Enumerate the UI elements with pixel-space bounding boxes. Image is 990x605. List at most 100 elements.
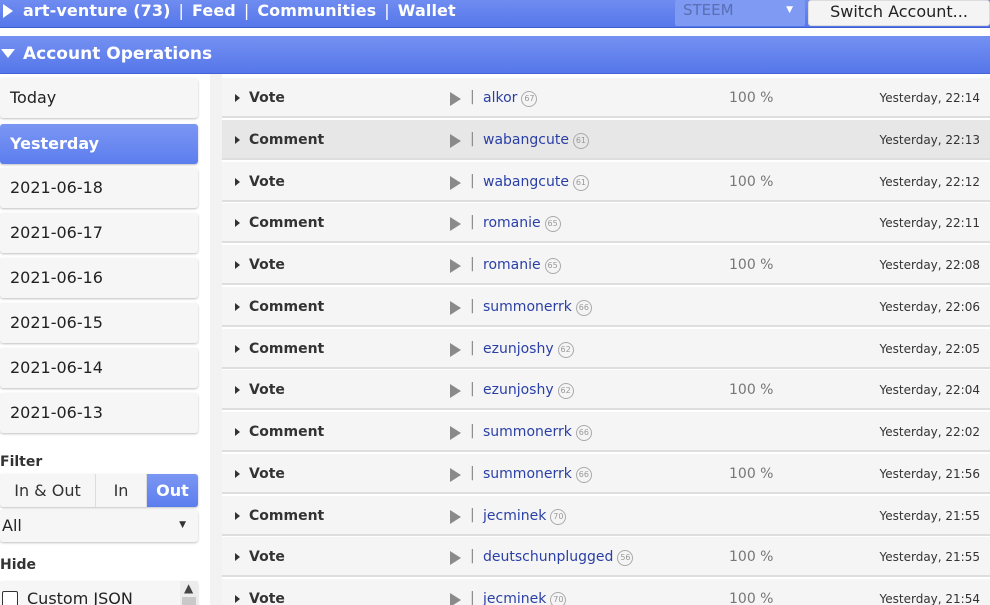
username[interactable]: wabangcute — [483, 174, 569, 190]
operation-type: Comment — [249, 341, 325, 357]
play-icon[interactable] — [450, 176, 461, 190]
filter-in-button[interactable]: In — [96, 474, 147, 507]
operation-row[interactable]: Comment | jecminek 70 Yesterday, 21:55 — [222, 496, 990, 536]
scroll-up-icon[interactable]: ▲ — [184, 581, 193, 595]
nav-link-wallet[interactable]: Wallet — [398, 1, 456, 20]
operation-row[interactable]: Vote | ezunjoshy 62 100 % Yesterday, 22:04 — [222, 370, 990, 410]
expand-row-icon[interactable] — [235, 261, 240, 269]
user-link[interactable]: jecminek 70 — [483, 591, 567, 605]
operation-row[interactable]: Comment | ezunjoshy 62 Yesterday, 22:05 — [222, 329, 990, 369]
operation-row[interactable]: Vote | romanie 65 100 % Yesterday, 22:08 — [222, 245, 990, 285]
play-icon[interactable] — [450, 134, 461, 148]
account-link[interactable]: art-venture (73) — [23, 1, 171, 20]
user-link[interactable]: summonerrk 66 — [483, 299, 592, 316]
day-item-2021-06-15[interactable]: 2021-06-15 — [0, 303, 198, 343]
operation-type-select[interactable]: All ▼ — [0, 510, 198, 542]
expand-row-icon[interactable] — [235, 178, 240, 186]
username[interactable]: jecminek — [483, 508, 546, 524]
nav-link-feed[interactable]: Feed — [192, 1, 236, 20]
play-icon[interactable] — [450, 217, 461, 231]
chain-select[interactable]: STEEM ▼ — [675, 0, 805, 26]
user-link[interactable]: romanie 65 — [483, 215, 561, 232]
username[interactable]: wabangcute — [483, 132, 569, 148]
chevron-down-icon: ▼ — [786, 5, 793, 15]
play-icon[interactable] — [450, 426, 461, 440]
user-link[interactable]: jecminek 70 — [483, 508, 567, 525]
scrollbar-thumb[interactable] — [182, 597, 196, 605]
user-link[interactable]: deutschunplugged 56 — [483, 549, 634, 566]
hide-list-scrollbar[interactable]: ▲ — [180, 581, 198, 605]
operation-row[interactable]: Vote | jecminek 70 100 % Yesterday, 21:54 — [222, 579, 990, 605]
username[interactable]: romanie — [483, 215, 541, 231]
play-icon[interactable] — [450, 593, 461, 605]
separator: | — [470, 131, 475, 147]
operation-type: Comment — [249, 215, 325, 231]
expand-row-icon[interactable] — [235, 94, 240, 102]
separator: | — [470, 590, 475, 605]
separator: | — [470, 381, 475, 397]
username[interactable]: ezunjoshy — [483, 382, 554, 398]
expand-row-icon[interactable] — [235, 428, 240, 436]
filter-in-out-button[interactable]: In & Out — [0, 474, 96, 507]
username[interactable]: summonerrk — [483, 424, 572, 440]
operation-row[interactable]: Vote | wabangcute 61 100 % Yesterday, 22:12 — [222, 162, 990, 202]
user-link[interactable]: summonerrk 66 — [483, 466, 592, 483]
username[interactable]: ezunjoshy — [483, 341, 554, 357]
user-link[interactable]: alkor 67 — [483, 90, 538, 107]
play-icon[interactable] — [450, 468, 461, 482]
play-icon[interactable] — [450, 301, 461, 315]
user-link[interactable]: summonerrk 66 — [483, 424, 592, 441]
nav-link-communities[interactable]: Communities — [257, 1, 376, 20]
operation-type: Comment — [249, 299, 325, 315]
expand-row-icon[interactable] — [235, 386, 240, 394]
play-icon[interactable] — [450, 510, 461, 524]
vote-weight: 100 % — [729, 466, 774, 482]
expand-row-icon[interactable] — [235, 595, 240, 603]
expand-row-icon[interactable] — [235, 553, 240, 561]
filter-out-button[interactable]: Out — [147, 474, 198, 507]
expand-row-icon[interactable] — [235, 345, 240, 353]
user-link[interactable]: wabangcute 61 — [483, 132, 589, 149]
user-link[interactable]: romanie 65 — [483, 257, 561, 274]
operation-row[interactable]: Comment | summonerrk 66 Yesterday, 22:02 — [222, 412, 990, 452]
user-link[interactable]: wabangcute 61 — [483, 174, 589, 191]
operation-row[interactable]: Comment | wabangcute 61 Yesterday, 22:13 — [222, 120, 990, 160]
play-icon[interactable] — [450, 92, 461, 106]
expand-row-icon[interactable] — [235, 512, 240, 520]
operation-row[interactable]: Vote | deutschunplugged 56 100 % Yesterday, 2… — [222, 537, 990, 577]
day-item-2021-06-16[interactable]: 2021-06-16 — [0, 258, 198, 298]
day-item-2021-06-18[interactable]: 2021-06-18 — [0, 168, 198, 208]
username[interactable]: deutschunplugged — [483, 549, 613, 565]
timestamp: Yesterday, 21:55 — [879, 550, 980, 564]
expand-row-icon[interactable] — [235, 136, 240, 144]
expand-row-icon[interactable] — [235, 470, 240, 478]
operation-row[interactable]: Vote | alkor 67 100 % Yesterday, 22:14 — [222, 78, 990, 118]
day-item-2021-06-13[interactable]: 2021-06-13 — [0, 393, 198, 433]
operation-row[interactable]: Comment | summonerrk 66 Yesterday, 22:06 — [222, 287, 990, 327]
expand-row-icon[interactable] — [235, 219, 240, 227]
day-item-2021-06-17[interactable]: 2021-06-17 — [0, 213, 198, 253]
operation-row[interactable]: Vote | summonerrk 66 100 % Yesterday, 21:56 — [222, 454, 990, 494]
day-item-yesterday[interactable]: Yesterday — [0, 124, 198, 164]
switch-account-button[interactable]: Switch Account... — [808, 0, 990, 26]
expand-arrow-icon[interactable] — [3, 4, 13, 18]
day-item-2021-06-14[interactable]: 2021-06-14 — [0, 348, 198, 388]
username[interactable]: summonerrk — [483, 466, 572, 482]
user-link[interactable]: ezunjoshy 62 — [483, 341, 574, 358]
expand-row-icon[interactable] — [235, 303, 240, 311]
username[interactable]: alkor — [483, 90, 517, 106]
username[interactable]: romanie — [483, 257, 541, 273]
user-link[interactable]: ezunjoshy 62 — [483, 382, 574, 399]
username[interactable]: summonerrk — [483, 299, 572, 315]
play-icon[interactable] — [450, 384, 461, 398]
play-icon[interactable] — [450, 551, 461, 565]
play-icon[interactable] — [450, 343, 461, 357]
section-header[interactable]: Account Operations — [0, 36, 990, 74]
play-icon[interactable] — [450, 259, 461, 273]
timestamp: Yesterday, 22:12 — [879, 175, 980, 189]
operation-row[interactable]: Comment | romanie 65 Yesterday, 22:11 — [222, 203, 990, 243]
username[interactable]: jecminek — [483, 591, 546, 605]
custom-json-checkbox[interactable] — [2, 591, 18, 605]
spacer — [0, 29, 990, 36]
day-item-today[interactable]: Today — [0, 78, 198, 118]
